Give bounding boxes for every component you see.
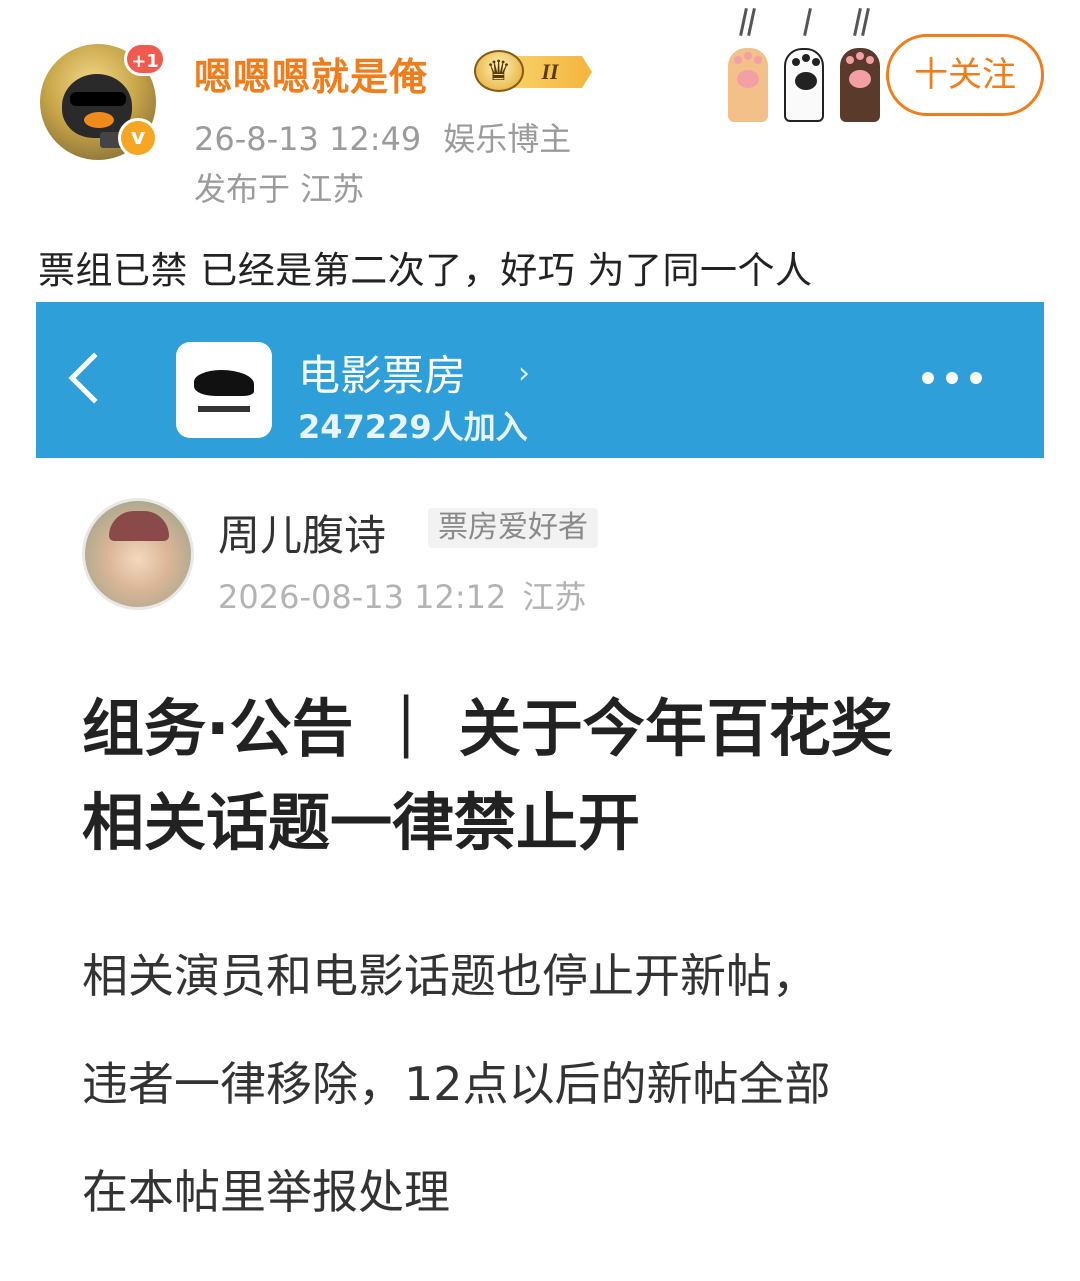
announcement-title: 组务·公告 ｜ 关于今年百花奖 相关话题一律禁止开 (82, 682, 1022, 870)
follow-button[interactable]: 十关注 (886, 34, 1044, 116)
title-line: 组务·公告 ｜ 关于今年百花奖 (82, 692, 893, 765)
body-line: 相关演员和电影话题也停止开新帖， (82, 949, 818, 1003)
post-location: 发布于 江苏 (194, 170, 365, 208)
paw-icon (784, 48, 824, 122)
author-datetime: 2026-08-13 12:12 (218, 578, 507, 616)
more-icon (922, 372, 986, 386)
author-name: 周儿腹诗 (218, 511, 387, 560)
plus-badge: +1 (124, 42, 166, 76)
paw-icon (728, 48, 768, 122)
vip-badge[interactable]: II (474, 50, 592, 92)
author-meta: 2026-08-13 12:12 江苏 (218, 572, 586, 618)
group-member-count: 247229人加入 (298, 408, 528, 446)
group-logo-text (198, 406, 250, 412)
author-location: 江苏 (522, 578, 587, 616)
post-text: 票组已禁 已经是第二次了，好巧 为了同一个人 (38, 249, 813, 292)
vip-crown-icon (474, 50, 524, 92)
chevron-right-icon: › (518, 356, 530, 391)
announcement-body: 相关演员和电影话题也停止开新帖， 违者一律移除，12点以后的新帖全部 在本帖里举… (82, 922, 1022, 1246)
avatar-sunglasses (70, 92, 126, 106)
verified-v-icon: v (118, 118, 158, 158)
cat-paws-decoration (722, 7, 890, 122)
scratch-mark (747, 7, 756, 37)
title-line: 相关话题一律禁止开 (82, 786, 641, 859)
embedded-screenshot[interactable]: 电影票房 › 247229人加入 周儿腹诗 票房爱好者 2026-08-13 1… (36, 302, 1044, 1281)
group-logo (176, 342, 272, 438)
scratch-mark (861, 7, 870, 37)
post-meta: 26-8-13 12:49 娱乐博主 (194, 114, 571, 160)
scratch-mark (739, 7, 748, 37)
paw-icon (840, 48, 880, 122)
group-header-bar: 电影票房 › 247229人加入 (36, 302, 1044, 458)
post-time: 26-8-13 12:49 (194, 120, 422, 158)
post-role: 娱乐博主 (443, 120, 572, 158)
body-line: 在本帖里举报处理 (82, 1165, 450, 1219)
group-name: 电影票房 (298, 351, 467, 400)
author-tag: 票房爱好者 (428, 508, 598, 548)
scratch-mark (803, 7, 812, 37)
author-avatar (82, 498, 194, 610)
body-line: 违者一律移除，12点以后的新帖全部 (82, 1057, 831, 1111)
group-logo-mark (194, 370, 254, 396)
scratch-mark (853, 7, 862, 37)
username[interactable]: 嗯嗯嗯就是俺 (194, 46, 428, 101)
back-chevron-icon (68, 352, 120, 404)
avatar-beak (84, 112, 114, 128)
